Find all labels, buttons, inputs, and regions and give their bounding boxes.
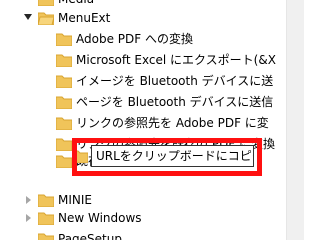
tree-item-label: MINIE <box>58 193 92 207</box>
tree-item-label: リンクの参照先を Adobe PDF に変 <box>76 116 269 130</box>
folder-icon <box>37 232 55 240</box>
tree-item-pagesetup[interactable]: PageSetup <box>0 229 287 240</box>
tree-item-menuext[interactable]: MenuExt <box>0 8 287 28</box>
tree-item-excel-export[interactable]: Microsoft Excel にエクスポート(&X <box>0 50 287 70</box>
folder-icon <box>37 193 55 208</box>
tree-item-image-bluetooth[interactable]: イメージを Bluetooth デバイスに送 <box>0 71 287 91</box>
tree-item-page-bluetooth[interactable]: ページを Bluetooth デバイスに送信 <box>0 92 287 112</box>
folder-icon <box>55 74 73 89</box>
collapse-arrow-icon[interactable] <box>26 214 31 222</box>
folder-icon <box>55 53 73 68</box>
vertical-scrollbar[interactable] <box>286 0 304 240</box>
tree-item-new-windows[interactable]: New Windows <box>0 208 287 228</box>
folder-icon <box>55 32 73 47</box>
tree-item-label: ページを Bluetooth デバイスに送信 <box>76 95 274 109</box>
collapse-arrow-icon[interactable] <box>26 196 31 204</box>
tree-item-minie[interactable]: MINIE <box>0 190 287 210</box>
tree-item-label: New Windows <box>58 211 142 225</box>
expand-arrow-icon[interactable] <box>24 14 32 20</box>
annotation-highlight-box <box>72 138 262 176</box>
tree-item-adobe-pdf[interactable]: Adobe PDF への変換 <box>0 29 287 49</box>
folder-icon <box>37 211 55 226</box>
tree-item-label: PageSetup <box>58 232 122 240</box>
folder-icon <box>37 0 55 7</box>
tree-item-label: Microsoft Excel にエクスポート(&X <box>76 53 276 67</box>
tree-item-link-adobe-pdf[interactable]: リンクの参照先を Adobe PDF に変 <box>0 113 287 133</box>
tree-item-label: MenuExt <box>58 11 111 25</box>
open-folder-icon <box>37 11 55 26</box>
tree-item-label: Adobe PDF への変換 <box>76 32 193 46</box>
registry-tree-view[interactable]: Media MenuExt Adobe PDF への変換 Microsoft E… <box>0 0 304 240</box>
tree-item-label: イメージを Bluetooth デバイスに送 <box>76 74 274 88</box>
folder-icon <box>55 116 73 131</box>
folder-icon <box>55 95 73 110</box>
